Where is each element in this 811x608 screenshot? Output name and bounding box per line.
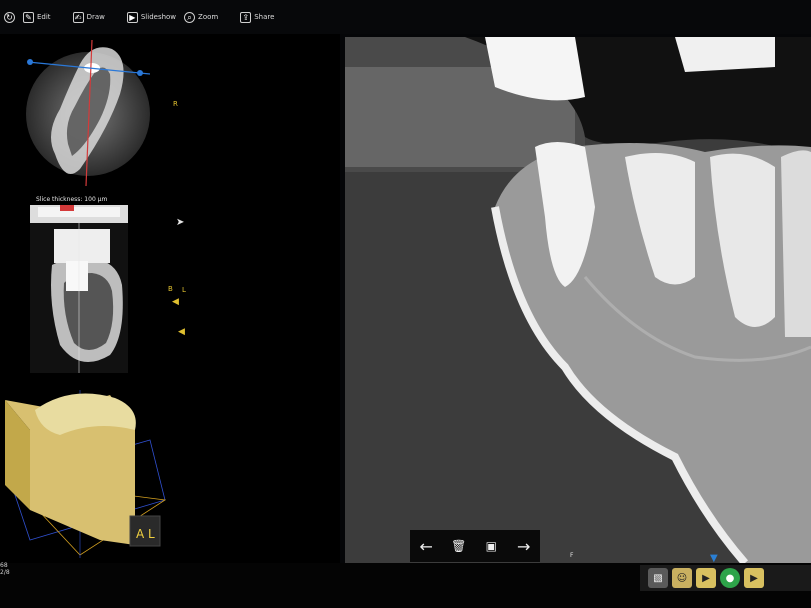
marker-f: F bbox=[570, 552, 574, 559]
orientation-label-r: R bbox=[173, 100, 178, 108]
rotate-button[interactable]: ↻ bbox=[4, 11, 15, 23]
panoramic-image-view[interactable] bbox=[345, 37, 811, 563]
slice-thickness-label: Slice thickness: 100 µm bbox=[36, 196, 108, 203]
pencil-icon: ✎ bbox=[23, 11, 34, 23]
share-icon: ⇪ bbox=[240, 11, 252, 23]
status-area: 68 2/8 bbox=[0, 562, 60, 576]
zoom-button[interactable]: ⌕ Zoom bbox=[184, 11, 218, 23]
taskbar-pointer-icon: ▼ bbox=[710, 553, 718, 564]
axial-slice-view[interactable] bbox=[20, 34, 150, 186]
dental-app-icon[interactable]: ☺ bbox=[672, 568, 692, 588]
slider-marker-icon[interactable]: ◀ bbox=[172, 297, 179, 307]
draw-icon: ✍ bbox=[72, 11, 84, 23]
cross-section-view[interactable] bbox=[30, 205, 128, 373]
orientation-label-b: B bbox=[168, 285, 173, 293]
status-line-1: 68 bbox=[0, 562, 8, 569]
zoom-icon: ⌕ bbox=[184, 11, 196, 23]
orientation-label-l: L bbox=[182, 286, 186, 294]
axial-handle-right bbox=[137, 70, 143, 76]
next-arrow-icon[interactable]: → bbox=[513, 535, 535, 557]
app-toolbar: ↻ ✎ Edit ✍ Draw ▶ Slideshow ⌕ Zoom ⇪ Share bbox=[0, 0, 811, 34]
chrome-app-icon[interactable]: ● bbox=[720, 568, 740, 588]
slider-marker-icon-2[interactable]: ◀ bbox=[178, 327, 185, 337]
photos-app-icon[interactable]: ▧ bbox=[648, 568, 668, 588]
taskbar: ▧ ☺ ▶ ● ▶ bbox=[640, 565, 811, 591]
status-line-2: 2/8 bbox=[0, 569, 10, 576]
slideshow-button[interactable]: ▶ Slideshow bbox=[126, 11, 176, 23]
rotate-icon: ↻ bbox=[4, 11, 15, 23]
fit-screen-icon[interactable]: ▣ bbox=[480, 535, 502, 557]
delete-icon[interactable]: 🗑 bbox=[448, 535, 470, 557]
previous-arrow-icon[interactable]: ← bbox=[415, 535, 437, 557]
edit-button[interactable]: ✎ Edit bbox=[23, 11, 51, 23]
media-app-icon[interactable]: ▶ bbox=[696, 568, 716, 588]
slideshow-icon: ▶ bbox=[126, 11, 138, 23]
share-button[interactable]: ⇪ Share bbox=[240, 11, 274, 23]
viewer-app-icon[interactable]: ▶ bbox=[744, 568, 764, 588]
cursor-icon: ➤ bbox=[176, 217, 185, 228]
cube-face-label: A L bbox=[136, 527, 155, 541]
draw-button[interactable]: ✍ Draw bbox=[72, 11, 105, 23]
image-navigation-bar: ← 🗑 ▣ → bbox=[410, 530, 540, 562]
3d-render-view[interactable]: A L bbox=[0, 390, 170, 558]
axial-handle-left bbox=[27, 59, 33, 65]
